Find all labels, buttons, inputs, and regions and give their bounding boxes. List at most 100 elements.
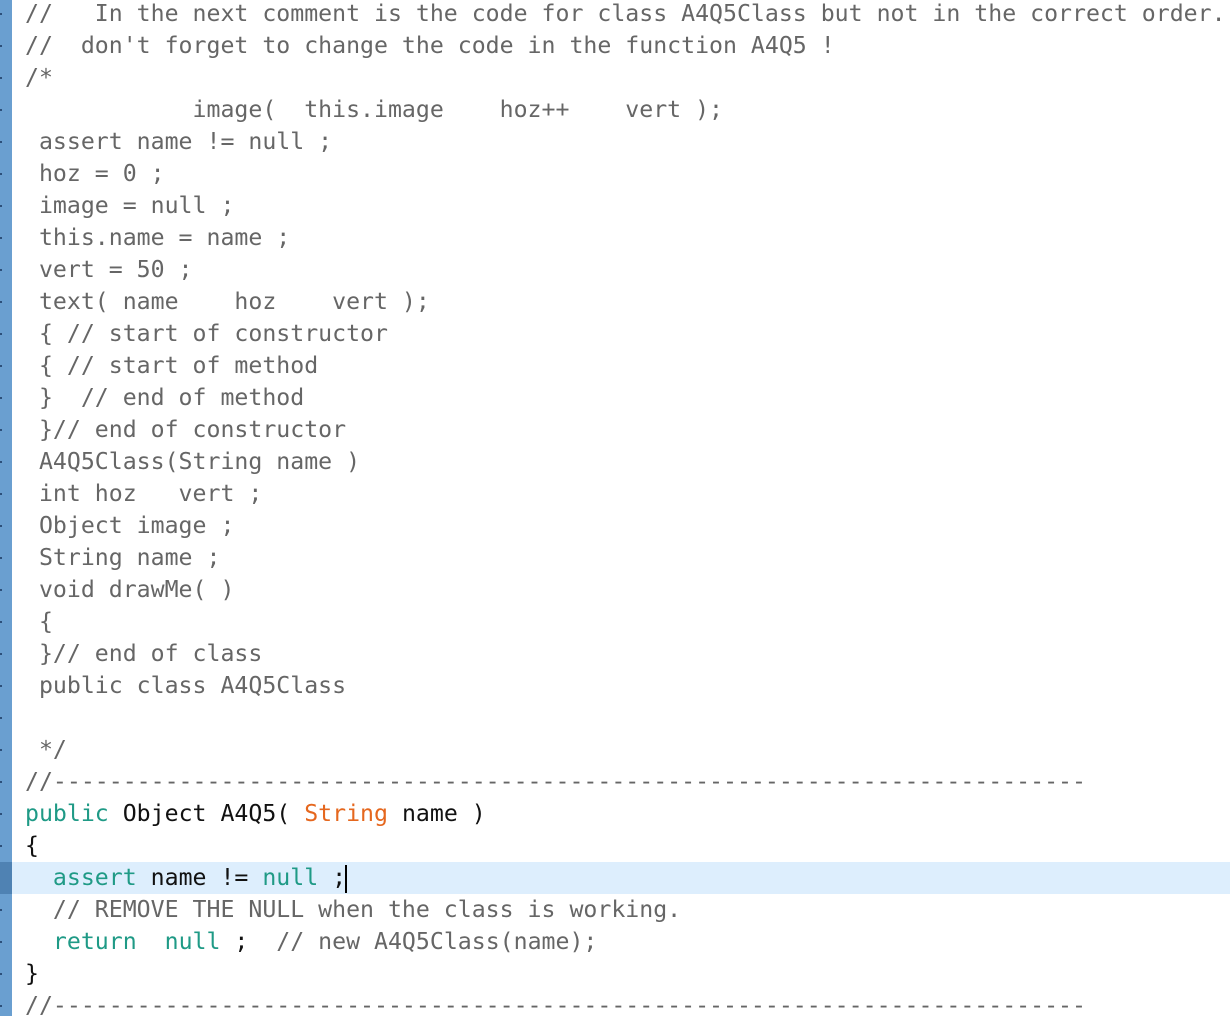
code-comment: hoz = 0 ;: [25, 160, 165, 187]
code-line[interactable]: // don't forget to change the code in th…: [12, 30, 1230, 62]
code-line[interactable]: } // end of method: [12, 382, 1230, 414]
editor-gutter[interactable]: [0, 0, 12, 1016]
code-comment: public class A4Q5Class: [25, 672, 347, 699]
code-keyword: return: [52, 928, 137, 955]
gutter-line-marker: [0, 109, 2, 111]
gutter-line-marker: [0, 813, 2, 815]
code-line[interactable]: return null ; // new A4Q5Class(name);: [12, 926, 1230, 958]
code-area[interactable]: // In the next comment is the code for c…: [12, 0, 1230, 1016]
code-line[interactable]: Object image ;: [12, 510, 1230, 542]
gutter-line-marker: [0, 365, 2, 367]
code-comment: Object image ;: [25, 512, 235, 539]
code-comment: A4Q5Class(String name ): [25, 448, 361, 475]
gutter-line-marker: [0, 973, 2, 975]
gutter-line-marker: [0, 429, 2, 431]
code-comment: } // end of method: [25, 384, 305, 411]
code-line[interactable]: A4Q5Class(String name ): [12, 446, 1230, 478]
code-text: }: [25, 960, 39, 987]
code-line[interactable]: void drawMe( ): [12, 574, 1230, 606]
code-comment: // In the next comment is the code for c…: [25, 0, 1226, 27]
gutter-line-marker: [0, 717, 2, 719]
code-line[interactable]: text( name hoz vert );: [12, 286, 1230, 318]
gutter-line-marker: [0, 557, 2, 559]
gutter-line-marker: [0, 653, 2, 655]
gutter-line-marker: [0, 845, 2, 847]
gutter-line-marker: [0, 589, 2, 591]
code-line[interactable]: vert = 50 ;: [12, 254, 1230, 286]
code-line[interactable]: }// end of class: [12, 638, 1230, 670]
gutter-line-marker: [0, 781, 2, 783]
code-comment: // REMOVE THE NULL when the class is wor…: [25, 896, 682, 923]
code-comment: void drawMe( ): [25, 576, 235, 603]
code-line[interactable]: }: [12, 958, 1230, 990]
code-comment: */: [25, 736, 67, 763]
code-comment: image = null ;: [25, 192, 235, 219]
text-cursor: [345, 864, 348, 893]
code-comment: vert = 50 ;: [25, 256, 193, 283]
code-comment: // new A4Q5Class(name);: [276, 928, 598, 955]
gutter-line-marker: [0, 269, 2, 271]
code-text: name !=: [136, 864, 263, 891]
code-comment: }// end of class: [25, 640, 263, 667]
code-line[interactable]: { // start of constructor: [12, 318, 1230, 350]
gutter-line-marker: [0, 205, 2, 207]
code-comment: }// end of constructor: [25, 416, 347, 443]
code-comment: /*: [25, 64, 53, 91]
code-text: {: [25, 832, 39, 859]
code-line[interactable]: String name ;: [12, 542, 1230, 574]
code-comment: //--------------------------------------…: [25, 992, 1086, 1016]
code-line[interactable]: // In the next comment is the code for c…: [12, 0, 1230, 30]
code-line[interactable]: {: [12, 830, 1230, 862]
code-comment: this.name = name ;: [25, 224, 291, 251]
code-comment: {: [25, 608, 53, 635]
gutter-line-marker: [0, 45, 2, 47]
code-text: ;: [318, 864, 347, 891]
code-line[interactable]: */: [12, 734, 1230, 766]
gutter-line-marker: [0, 749, 2, 751]
code-comment: assert name != null ;: [25, 128, 333, 155]
code-comment: image( this.image hoz++ vert );: [25, 96, 724, 123]
code-text: Object A4Q5(: [108, 800, 305, 827]
code-line[interactable]: image = null ;: [12, 190, 1230, 222]
code-text: ;: [220, 928, 277, 955]
gutter-line-marker: [0, 461, 2, 463]
gutter-line-marker: [0, 173, 2, 175]
gutter-line-marker: [0, 333, 2, 335]
code-line[interactable]: assert name != null ;: [12, 126, 1230, 158]
code-line[interactable]: hoz = 0 ;: [12, 158, 1230, 190]
gutter-line-marker: [0, 525, 2, 527]
code-comment: text( name hoz vert );: [25, 288, 430, 315]
gutter-line-marker: [0, 141, 2, 143]
gutter-line-marker: [0, 621, 2, 623]
code-line-current[interactable]: assert name != null ;: [12, 862, 1230, 894]
gutter-line-marker: [0, 1005, 2, 1007]
gutter-line-marker: [0, 909, 2, 911]
gutter-line-marker: [0, 237, 2, 239]
code-editor[interactable]: // In the next comment is the code for c…: [0, 0, 1230, 1016]
gutter-current-line-marker: [0, 862, 12, 894]
code-line[interactable]: public Object A4Q5( String name ): [12, 798, 1230, 830]
code-line[interactable]: { // start of method: [12, 350, 1230, 382]
gutter-line-marker: [0, 493, 2, 495]
gutter-line-marker: [0, 397, 2, 399]
code-line[interactable]: int hoz vert ;: [12, 478, 1230, 510]
code-keyword: null: [164, 928, 221, 955]
code-line[interactable]: {: [12, 606, 1230, 638]
code-line[interactable]: this.name = name ;: [12, 222, 1230, 254]
gutter-line-marker: [0, 685, 2, 687]
code-line[interactable]: // REMOVE THE NULL when the class is wor…: [12, 894, 1230, 926]
code-comment: int hoz vert ;: [25, 480, 263, 507]
code-comment: // don't forget to change the code in th…: [25, 32, 835, 59]
code-comment: String name ;: [25, 544, 221, 571]
code-line[interactable]: [12, 702, 1230, 734]
code-line[interactable]: //--------------------------------------…: [12, 766, 1230, 798]
code-line[interactable]: //--------------------------------------…: [12, 990, 1230, 1016]
code-keyword: public: [25, 800, 109, 827]
code-line[interactable]: public class A4Q5Class: [12, 670, 1230, 702]
code-line[interactable]: /*: [12, 62, 1230, 94]
code-line[interactable]: image( this.image hoz++ vert );: [12, 94, 1230, 126]
code-comment: //--------------------------------------…: [25, 768, 1086, 795]
code-line[interactable]: }// end of constructor: [12, 414, 1230, 446]
